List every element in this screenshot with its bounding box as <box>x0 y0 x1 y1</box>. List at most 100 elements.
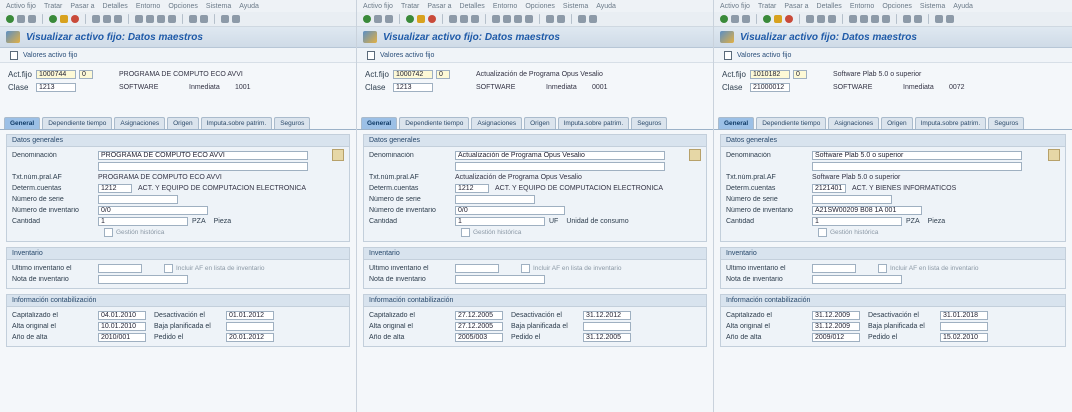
inventario-num-field[interactable]: 0/0 <box>98 205 208 215</box>
tab-dependiente-tiempo[interactable]: Dependiente tiempo <box>756 117 827 129</box>
nota-inv-field[interactable] <box>98 274 188 284</box>
layout-menu-icon[interactable] <box>589 15 597 23</box>
asset-subnumber-field[interactable]: 0 <box>436 70 450 79</box>
cantidad-field[interactable]: 1 <box>812 216 902 226</box>
ultimo-inv-field[interactable] <box>812 263 856 273</box>
tab-general[interactable]: General <box>361 117 398 129</box>
asset-subnumber-field[interactable]: 0 <box>79 70 93 79</box>
menu-item-pasar-a[interactable]: Pasar a <box>784 3 808 10</box>
tab-asignaciones[interactable]: Asignaciones <box>828 117 880 129</box>
shortcut-icon[interactable] <box>200 15 208 23</box>
asset-number-field[interactable]: 1010182 <box>750 70 790 79</box>
denominacion-field[interactable]: PROGRAMA DE COMPUTO ECO AVVI <box>98 150 308 160</box>
menu-item-pasar-a[interactable]: Pasar a <box>70 3 94 10</box>
find-icon[interactable] <box>460 15 468 23</box>
menu-item-sistema[interactable]: Sistema <box>563 3 588 10</box>
alta-original-field[interactable]: 31.12.2009 <box>812 321 860 331</box>
help-icon[interactable] <box>221 15 229 23</box>
first-page-icon[interactable] <box>135 15 143 23</box>
incluir-inventario-checkbox[interactable] <box>521 263 530 273</box>
find-icon[interactable] <box>103 15 111 23</box>
next-page-icon[interactable] <box>514 15 522 23</box>
gestion-historica-checkbox[interactable] <box>818 227 827 237</box>
long-text-icon[interactable] <box>1048 149 1060 161</box>
tab-general[interactable]: General <box>4 117 41 129</box>
determ-field[interactable]: 1212 <box>455 183 489 193</box>
exit-icon[interactable] <box>774 15 782 23</box>
first-page-icon[interactable] <box>849 15 857 23</box>
first-page-icon[interactable] <box>492 15 500 23</box>
denominacion-field[interactable]: Actualización de Programa Opus Vesalio <box>455 150 665 160</box>
serie-field[interactable] <box>812 194 892 204</box>
alta-original-field[interactable]: 10.01.2010 <box>98 321 146 331</box>
back-icon[interactable] <box>406 15 414 23</box>
save-icon[interactable] <box>385 15 393 23</box>
save-icon[interactable] <box>742 15 750 23</box>
menu-item-ayuda[interactable]: Ayuda <box>239 3 259 10</box>
baja-planificada-field[interactable] <box>940 321 988 331</box>
shortcut-icon[interactable] <box>557 15 565 23</box>
enter-icon[interactable] <box>6 15 14 23</box>
tab-asignaciones[interactable]: Asignaciones <box>114 117 166 129</box>
layout-menu-icon[interactable] <box>232 15 240 23</box>
menu-item-activo-fijo[interactable]: Activo fijo <box>720 3 750 10</box>
print-icon[interactable] <box>449 15 457 23</box>
denominacion-field-2[interactable] <box>455 161 665 171</box>
menu-item-pasar-a[interactable]: Pasar a <box>427 3 451 10</box>
tab-general[interactable]: General <box>718 117 755 129</box>
ano-alta-field[interactable]: 2010/001 <box>98 332 146 342</box>
menu-item-sistema[interactable]: Sistema <box>206 3 231 10</box>
gestion-historica-checkbox[interactable] <box>104 227 113 237</box>
menu-item-entorno[interactable]: Entorno <box>136 3 161 10</box>
tab-origen[interactable]: Origen <box>524 117 556 129</box>
layout-menu-icon[interactable] <box>946 15 954 23</box>
cancel-icon[interactable] <box>428 15 436 23</box>
capitalizado-field[interactable]: 31.12.2009 <box>812 310 860 320</box>
tab-imputa-patrim[interactable]: Imputa.sobre patrim. <box>914 117 987 129</box>
next-page-icon[interactable] <box>157 15 165 23</box>
find-icon[interactable] <box>817 15 825 23</box>
menu-item-entorno[interactable]: Entorno <box>850 3 875 10</box>
gestion-historica-checkbox[interactable] <box>461 227 470 237</box>
menu-item-detalles[interactable]: Detalles <box>103 3 128 10</box>
denominacion-field[interactable]: Software Plab 5.0 o superior <box>812 150 1022 160</box>
tab-dependiente-tiempo[interactable]: Dependiente tiempo <box>42 117 113 129</box>
menu-item-opciones[interactable]: Opciones <box>525 3 555 10</box>
back-icon[interactable] <box>763 15 771 23</box>
menu-item-sistema[interactable]: Sistema <box>920 3 945 10</box>
pedido-field[interactable]: 15.02.2010 <box>940 332 988 342</box>
prev-page-icon[interactable] <box>860 15 868 23</box>
nota-inv-field[interactable] <box>812 274 902 284</box>
valores-activo-fijo-button[interactable]: Valores activo fijo <box>737 52 791 59</box>
exit-icon[interactable] <box>60 15 68 23</box>
enter-icon[interactable] <box>363 15 371 23</box>
desactivacion-field[interactable]: 31.12.2012 <box>583 310 631 320</box>
denominacion-field-2[interactable] <box>812 161 1022 171</box>
menu-item-ayuda[interactable]: Ayuda <box>953 3 973 10</box>
tab-seguros[interactable]: Seguros <box>988 117 1025 129</box>
nota-inv-field[interactable] <box>455 274 545 284</box>
inventario-num-field[interactable]: 0/0 <box>455 205 565 215</box>
print-icon[interactable] <box>92 15 100 23</box>
menu-item-activo-fijo[interactable]: Activo fijo <box>6 3 36 10</box>
menu-item-tratar[interactable]: Tratar <box>758 3 776 10</box>
new-session-icon[interactable] <box>189 15 197 23</box>
command-field-icon[interactable] <box>374 15 382 23</box>
menu-item-detalles[interactable]: Detalles <box>460 3 485 10</box>
determ-field[interactable]: 2121401 <box>812 183 846 193</box>
long-text-icon[interactable] <box>689 149 701 161</box>
menu-item-tratar[interactable]: Tratar <box>401 3 419 10</box>
determ-field[interactable]: 1212 <box>98 183 132 193</box>
asset-number-field[interactable]: 1000744 <box>36 70 76 79</box>
tab-dependiente-tiempo[interactable]: Dependiente tiempo <box>399 117 470 129</box>
prev-page-icon[interactable] <box>503 15 511 23</box>
asset-number-field[interactable]: 1000742 <box>393 70 433 79</box>
capitalizado-field[interactable]: 27.12.2005 <box>455 310 503 320</box>
desactivacion-field[interactable]: 01.01.2012 <box>226 310 274 320</box>
command-field-icon[interactable] <box>17 15 25 23</box>
menu-item-tratar[interactable]: Tratar <box>44 3 62 10</box>
ano-alta-field[interactable]: 2005/003 <box>455 332 503 342</box>
help-icon[interactable] <box>578 15 586 23</box>
denominacion-field-2[interactable] <box>98 161 308 171</box>
incluir-inventario-checkbox[interactable] <box>164 263 173 273</box>
